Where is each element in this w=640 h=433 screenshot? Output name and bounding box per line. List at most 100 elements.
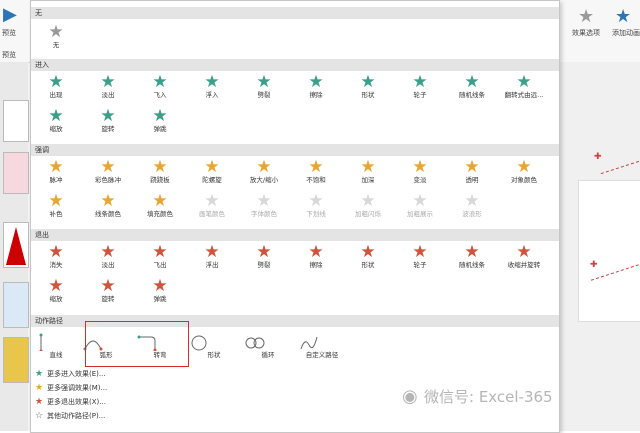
motion-path-custom[interactable]: 自定义路径 [297, 333, 347, 360]
star-icon: ★ [204, 72, 220, 92]
exit-effect[interactable]: ★ 形状 [343, 243, 393, 270]
menu-more-motion-paths[interactable]: ☆ 其他动作路径(P)... [35, 410, 335, 422]
exit-effect[interactable]: ★ 劈裂 [239, 243, 289, 270]
star-icon: ★ [48, 276, 64, 296]
slide-thumbnail[interactable] [3, 222, 29, 268]
star-icon: ★ [360, 157, 376, 177]
entrance-effect[interactable]: ★ 浮入 [187, 73, 237, 100]
entrance-effect[interactable]: ★ 随机线条 [447, 73, 497, 100]
exit-effect[interactable]: ★ 旋转 [83, 277, 133, 304]
entrance-effect[interactable]: ★ 劈裂 [239, 73, 289, 100]
emphasis-effect: ★ 画笔颜色 [187, 192, 237, 219]
star-icon: ★ [464, 157, 480, 177]
emphasis-effect: ★ 加粗闪烁 [343, 192, 393, 219]
preview-icon[interactable]: ▶ [3, 4, 17, 25]
emphasis-effect[interactable]: ★ 不饱和 [291, 158, 341, 185]
exit-effect[interactable]: ★ 擦除 [291, 243, 341, 270]
effect-none[interactable]: ★ 无 [31, 23, 81, 50]
emphasis-effect[interactable]: ★ 放大/缩小 [239, 158, 289, 185]
emphasis-effect[interactable]: ★ 变淡 [395, 158, 445, 185]
entrance-effect[interactable]: ★ 飞入 [135, 73, 185, 100]
exit-effect[interactable]: ★ 随机线条 [447, 243, 497, 270]
motion-path-line[interactable]: 直线 [31, 333, 81, 360]
line-path-icon [39, 333, 43, 351]
star-icon: ★ [100, 191, 116, 211]
star-icon: ★ [35, 383, 44, 393]
emphasis-effect[interactable]: ★ 陀螺旋 [187, 158, 237, 185]
entrance-effect[interactable]: ★ 缩放 [31, 107, 81, 134]
emphasis-effect[interactable]: ★ 补色 [31, 192, 81, 219]
star-icon: ★ [100, 242, 116, 262]
entrance-effect[interactable]: ★ 翻转式由远... [499, 73, 549, 100]
star-outline-icon: ☆ [35, 411, 44, 421]
star-icon: ★ [412, 242, 428, 262]
add-animation-label[interactable]: 添加动画 [612, 28, 640, 38]
emphasis-effect[interactable]: ★ 加深 [343, 158, 393, 185]
emphasis-effect: ★ 波浪形 [447, 192, 497, 219]
star-icon: ★ [308, 242, 324, 262]
menu-more-entrance[interactable]: ★ 更多进入效果(E)... [35, 368, 335, 380]
exit-effect[interactable]: ★ 飞出 [135, 243, 185, 270]
star-icon: ★ [152, 191, 168, 211]
motion-path-loop[interactable]: 循环 [243, 333, 293, 360]
exit-effect[interactable]: ★ 浮出 [187, 243, 237, 270]
menu-more-exit[interactable]: ★ 更多退出效果(X)... [35, 396, 335, 408]
animation-gallery[interactable]: 无 ★ 无 进入 ★ 出现 ★ 淡出 ★ 飞入 ★ 浮入 ★ 劈裂 ★ 擦除 ★ 形状 ★ 轮子 ★ 随机线条 ★ 翻… [30, 0, 560, 433]
star-icon: ★ [516, 242, 532, 262]
star-icon: ★ [48, 191, 64, 211]
section-header-entrance: 进入 [31, 59, 559, 71]
star-icon: ★ [464, 242, 480, 262]
emphasis-effect[interactable]: ★ 彩色脉冲 [83, 158, 133, 185]
emphasis-effect[interactable]: ★ 脉冲 [31, 158, 81, 185]
star-icon: ★ [152, 106, 168, 126]
motion-path-line[interactable] [600, 160, 640, 176]
highlight-box [85, 321, 189, 367]
star-icon: ★ [360, 72, 376, 92]
exit-effect[interactable]: ★ 消失 [31, 243, 81, 270]
star-icon: ★ [256, 242, 272, 262]
effect-options-icon[interactable]: ★ [578, 6, 594, 27]
star-icon: ★ [204, 157, 220, 177]
motion-path-marker-icon[interactable]: ✚ [590, 260, 598, 270]
slide-thumbnail-rail [0, 62, 29, 431]
emphasis-effect[interactable]: ★ 线条颜色 [83, 192, 133, 219]
effect-options-label[interactable]: 效果选项 [572, 28, 600, 38]
slide-thumbnail[interactable] [3, 337, 29, 383]
entrance-effect[interactable]: ★ 轮子 [395, 73, 445, 100]
exit-effect[interactable]: ★ 收缩并旋转 [499, 243, 549, 270]
star-icon: ★ [412, 72, 428, 92]
entrance-effect[interactable]: ★ 弹跳 [135, 107, 185, 134]
slide-thumbnail[interactable] [3, 282, 29, 328]
star-icon: ★ [308, 157, 324, 177]
star-icon: ★ [360, 242, 376, 262]
star-icon: ★ [412, 191, 428, 211]
menu-more-emphasis[interactable]: ★ 更多强调效果(M)... [35, 382, 335, 394]
star-icon: ★ [464, 72, 480, 92]
emphasis-effect[interactable]: ★ 对象颜色 [499, 158, 549, 185]
exit-effect[interactable]: ★ 缩放 [31, 277, 81, 304]
entrance-effect[interactable]: ★ 旋转 [83, 107, 133, 134]
slide-thumbnail[interactable] [3, 152, 29, 194]
star-icon: ★ [256, 191, 272, 211]
entrance-effect[interactable]: ★ 淡出 [83, 73, 133, 100]
add-animation-icon[interactable]: ★ [615, 6, 631, 27]
slide-page [578, 180, 640, 322]
emphasis-effect[interactable]: ★ 跷跷板 [135, 158, 185, 185]
emphasis-effect[interactable]: ★ 填充颜色 [135, 192, 185, 219]
star-icon: ★ [204, 242, 220, 262]
slide-canvas[interactable]: ✚ ✚ [560, 62, 640, 431]
motion-path-marker-icon[interactable]: ✚ [594, 152, 602, 162]
exit-effect[interactable]: ★ 弹跳 [135, 277, 185, 304]
slide-thumbnail[interactable] [3, 100, 29, 142]
star-icon: ★ [100, 276, 116, 296]
emphasis-effect[interactable]: ★ 透明 [447, 158, 497, 185]
exit-effect[interactable]: ★ 淡出 [83, 243, 133, 270]
motion-path-shape[interactable]: 形状 [189, 333, 239, 360]
star-icon: ★ [308, 72, 324, 92]
entrance-effect[interactable]: ★ 擦除 [291, 73, 341, 100]
wechat-icon: ◉ [402, 386, 418, 407]
entrance-effect[interactable]: ★ 形状 [343, 73, 393, 100]
section-header-exit: 退出 [31, 229, 559, 241]
entrance-effect[interactable]: ★ 出现 [31, 73, 81, 100]
exit-effect[interactable]: ★ 轮子 [395, 243, 445, 270]
